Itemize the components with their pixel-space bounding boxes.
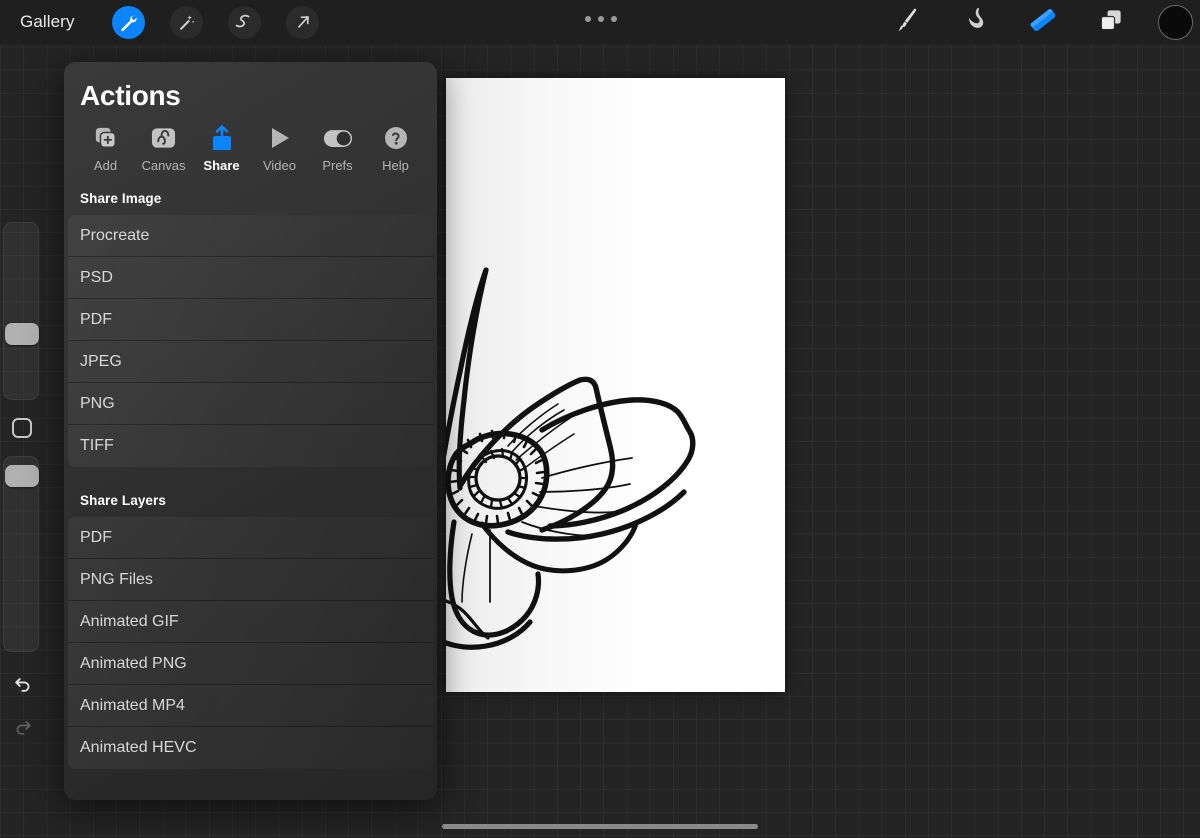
opacity-slider[interactable] bbox=[3, 456, 39, 652]
more-dots-icon bbox=[585, 16, 591, 22]
wrench-icon bbox=[119, 13, 138, 32]
selection-tool-button[interactable] bbox=[228, 6, 261, 39]
erase-tool-button[interactable] bbox=[1020, 0, 1066, 44]
add-layer-icon bbox=[94, 125, 118, 151]
video-play-icon bbox=[269, 125, 291, 151]
layers-icon bbox=[1097, 6, 1125, 39]
tab-prefs-label: Prefs bbox=[322, 158, 352, 173]
gallery-button[interactable]: Gallery bbox=[0, 8, 87, 36]
drawing-canvas[interactable] bbox=[446, 78, 785, 692]
tab-canvas-label: Canvas bbox=[141, 158, 185, 173]
share-icon bbox=[211, 125, 233, 151]
undo-icon bbox=[12, 673, 34, 700]
share-item-jpeg[interactable]: JPEG bbox=[68, 341, 433, 383]
tab-share[interactable]: Share bbox=[194, 125, 249, 173]
actions-tool-button[interactable] bbox=[112, 6, 145, 39]
share-layers-list: PDF PNG Files Animated GIF Animated PNG … bbox=[64, 517, 437, 769]
section-heading-share-layers: Share Layers bbox=[64, 467, 437, 517]
share-item-pdf[interactable]: PDF bbox=[68, 299, 433, 341]
tab-canvas[interactable]: Canvas bbox=[136, 125, 191, 173]
share-item-png[interactable]: PNG bbox=[68, 383, 433, 425]
adjustments-tool-button[interactable] bbox=[170, 6, 203, 39]
layers-item-png-files[interactable]: PNG Files bbox=[68, 559, 433, 601]
paint-tool-button[interactable] bbox=[884, 0, 930, 44]
canvas-artwork bbox=[446, 78, 785, 692]
share-item-tiff[interactable]: TIFF bbox=[68, 425, 433, 467]
tab-video-label: Video bbox=[263, 158, 296, 173]
brush-size-slider-handle[interactable] bbox=[5, 323, 39, 345]
share-item-procreate[interactable]: Procreate bbox=[68, 215, 433, 257]
topbar-right-group bbox=[862, 0, 1200, 44]
magic-wand-icon bbox=[177, 13, 196, 32]
tab-add[interactable]: Add bbox=[78, 125, 133, 173]
toggle-switch-icon bbox=[323, 125, 353, 151]
actions-tab-bar: Add Canvas bbox=[64, 112, 437, 173]
question-mark-icon bbox=[384, 125, 408, 151]
arrow-transform-icon bbox=[293, 13, 312, 32]
canvas-icon bbox=[151, 125, 176, 151]
layers-item-pdf[interactable]: PDF bbox=[68, 517, 433, 559]
smudge-tool-button[interactable] bbox=[952, 0, 998, 44]
opacity-slider-handle[interactable] bbox=[5, 465, 39, 487]
layers-item-animated-png[interactable]: Animated PNG bbox=[68, 643, 433, 685]
tab-share-label: Share bbox=[203, 158, 239, 173]
paintbrush-icon bbox=[892, 5, 922, 40]
actions-panel: Actions Add bbox=[64, 62, 437, 800]
color-well-button[interactable] bbox=[1158, 5, 1193, 40]
layers-item-animated-mp4[interactable]: Animated MP4 bbox=[68, 685, 433, 727]
undo-redo-area bbox=[3, 652, 39, 762]
eraser-icon bbox=[1027, 4, 1059, 41]
undo-button[interactable] bbox=[7, 670, 39, 702]
procreate-canvas-screen: Gallery bbox=[0, 0, 1200, 838]
s-curve-icon bbox=[234, 12, 254, 32]
panel-title: Actions bbox=[64, 62, 437, 112]
modify-button-area bbox=[3, 400, 39, 456]
share-image-list: Procreate PSD PDF JPEG PNG TIFF bbox=[64, 215, 437, 467]
share-item-psd[interactable]: PSD bbox=[68, 257, 433, 299]
redo-button[interactable] bbox=[7, 713, 39, 745]
modify-button[interactable] bbox=[12, 418, 32, 438]
tab-add-label: Add bbox=[94, 158, 117, 173]
tab-help[interactable]: Help bbox=[368, 125, 423, 173]
tab-prefs[interactable]: Prefs bbox=[310, 125, 365, 173]
layers-button[interactable] bbox=[1088, 0, 1134, 44]
brush-size-slider[interactable] bbox=[3, 222, 39, 400]
left-sidebar bbox=[3, 222, 39, 762]
tab-video[interactable]: Video bbox=[252, 125, 307, 173]
smudge-icon bbox=[961, 5, 990, 39]
redo-icon bbox=[12, 716, 34, 743]
overflow-menu-button[interactable] bbox=[585, 16, 617, 22]
topbar-left-group: Gallery bbox=[0, 0, 319, 44]
layers-item-animated-gif[interactable]: Animated GIF bbox=[68, 601, 433, 643]
home-indicator[interactable] bbox=[442, 824, 758, 829]
tab-help-label: Help bbox=[382, 158, 409, 173]
transform-tool-button[interactable] bbox=[286, 6, 319, 39]
section-heading-share-image: Share Image bbox=[64, 173, 437, 215]
layers-item-animated-hevc[interactable]: Animated HEVC bbox=[68, 727, 433, 769]
top-toolbar: Gallery bbox=[0, 0, 1200, 44]
